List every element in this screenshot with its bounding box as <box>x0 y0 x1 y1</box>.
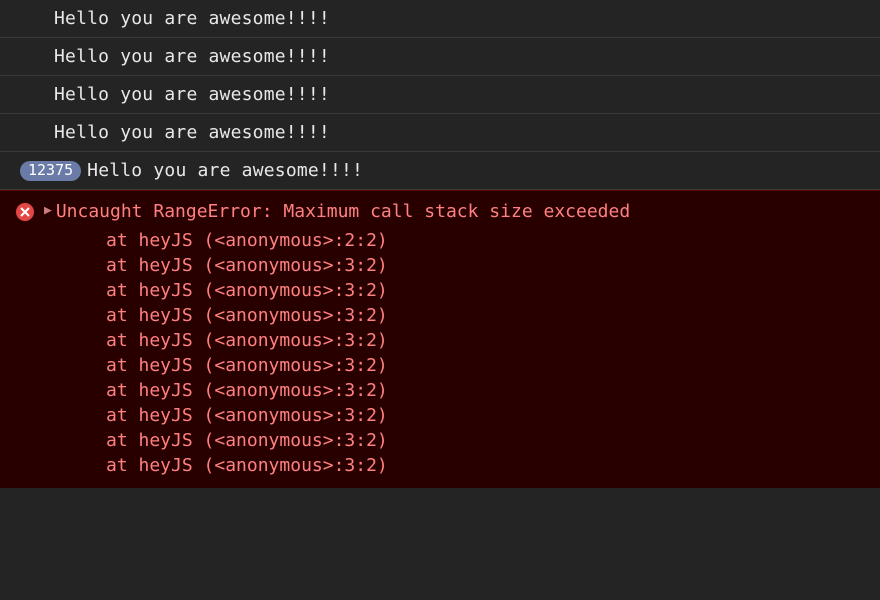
console-log-text: Hello you are awesome!!!! <box>54 46 330 67</box>
console-error-row[interactable]: ▶ Uncaught RangeError: Maximum call stac… <box>0 190 880 488</box>
stack-frame: at heyJS (<anonymous>:3:2) <box>106 428 880 453</box>
error-header: ▶ Uncaught RangeError: Maximum call stac… <box>0 199 880 228</box>
stack-trace: at heyJS (<anonymous>:2:2) at heyJS (<an… <box>0 228 880 478</box>
console-log-row[interactable]: 12375 Hello you are awesome!!!! <box>0 152 880 190</box>
error-icon <box>16 203 34 221</box>
console-log-row[interactable]: Hello you are awesome!!!! <box>0 114 880 152</box>
stack-frame: at heyJS (<anonymous>:3:2) <box>106 328 880 353</box>
console-log-row[interactable]: Hello you are awesome!!!! <box>0 76 880 114</box>
stack-frame: at heyJS (<anonymous>:3:2) <box>106 353 880 378</box>
repeat-count-badge: 12375 <box>20 161 81 181</box>
stack-frame: at heyJS (<anonymous>:3:2) <box>106 378 880 403</box>
error-message: Uncaught RangeError: Maximum call stack … <box>56 201 630 222</box>
stack-frame: at heyJS (<anonymous>:3:2) <box>106 278 880 303</box>
stack-frame: at heyJS (<anonymous>:2:2) <box>106 228 880 253</box>
console-log-text: Hello you are awesome!!!! <box>87 160 363 181</box>
stack-frame: at heyJS (<anonymous>:3:2) <box>106 303 880 328</box>
console-log-text: Hello you are awesome!!!! <box>54 8 330 29</box>
stack-frame: at heyJS (<anonymous>:3:2) <box>106 453 880 478</box>
stack-frame: at heyJS (<anonymous>:3:2) <box>106 403 880 428</box>
disclosure-triangle-icon[interactable]: ▶ <box>44 203 52 218</box>
console-log-row[interactable]: Hello you are awesome!!!! <box>0 0 880 38</box>
console-log-text: Hello you are awesome!!!! <box>54 122 330 143</box>
stack-frame: at heyJS (<anonymous>:3:2) <box>106 253 880 278</box>
console-log-row[interactable]: Hello you are awesome!!!! <box>0 38 880 76</box>
console-panel: Hello you are awesome!!!! Hello you are … <box>0 0 880 600</box>
console-log-text: Hello you are awesome!!!! <box>54 84 330 105</box>
